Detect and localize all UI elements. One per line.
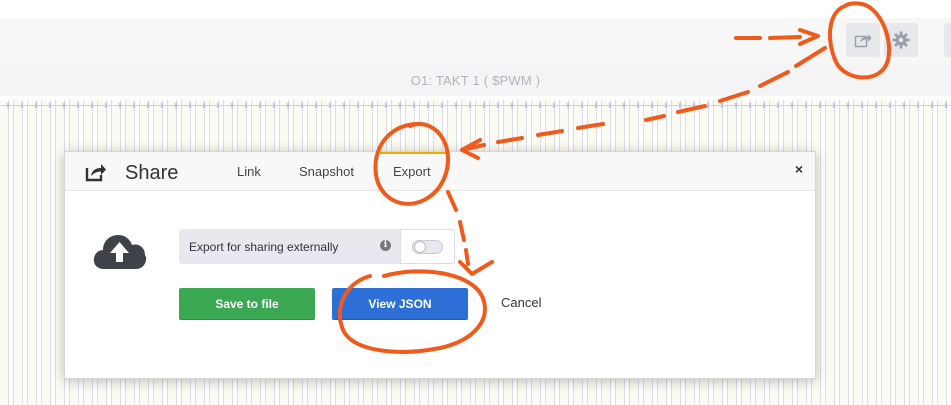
settings-button[interactable]	[884, 23, 918, 57]
export-externally-toggle-container	[400, 229, 455, 264]
panel-title: O1: TAKT 1 ( $PWM )	[0, 64, 951, 96]
modal-header: Share Link Snapshot Export ×	[65, 152, 815, 191]
close-icon[interactable]: ×	[795, 161, 803, 177]
tab-snapshot[interactable]: Snapshot	[299, 164, 354, 179]
view-json-button[interactable]: View JSON	[332, 288, 468, 320]
cancel-button[interactable]: Cancel	[501, 295, 541, 310]
toggle-knob	[414, 241, 426, 253]
share-icon	[854, 32, 872, 48]
modal-title: Share	[125, 162, 179, 184]
cloud-upload-icon	[92, 229, 148, 276]
panel-title-text: O1: TAKT 1 ( $PWM )	[410, 72, 541, 88]
extra-toolbar-button[interactable]	[944, 23, 951, 57]
gear-icon	[892, 31, 910, 49]
share-dashboard-button[interactable]	[846, 23, 880, 57]
graph-series-line	[0, 105, 951, 106]
share-icon	[85, 162, 107, 187]
save-to-file-button[interactable]: Save to file	[179, 288, 315, 320]
info-icon[interactable]: i	[380, 240, 391, 251]
active-tab-indicator	[380, 152, 446, 154]
top-toolbar	[0, 18, 951, 65]
export-externally-toggle[interactable]	[412, 240, 443, 254]
export-externally-label: Export for sharing externally	[189, 240, 339, 254]
share-modal: Share Link Snapshot Export × Export for …	[64, 151, 816, 379]
tab-export[interactable]: Export	[393, 164, 431, 179]
tab-link[interactable]: Link	[237, 164, 261, 179]
export-externally-row: Export for sharing externally i	[179, 229, 455, 264]
